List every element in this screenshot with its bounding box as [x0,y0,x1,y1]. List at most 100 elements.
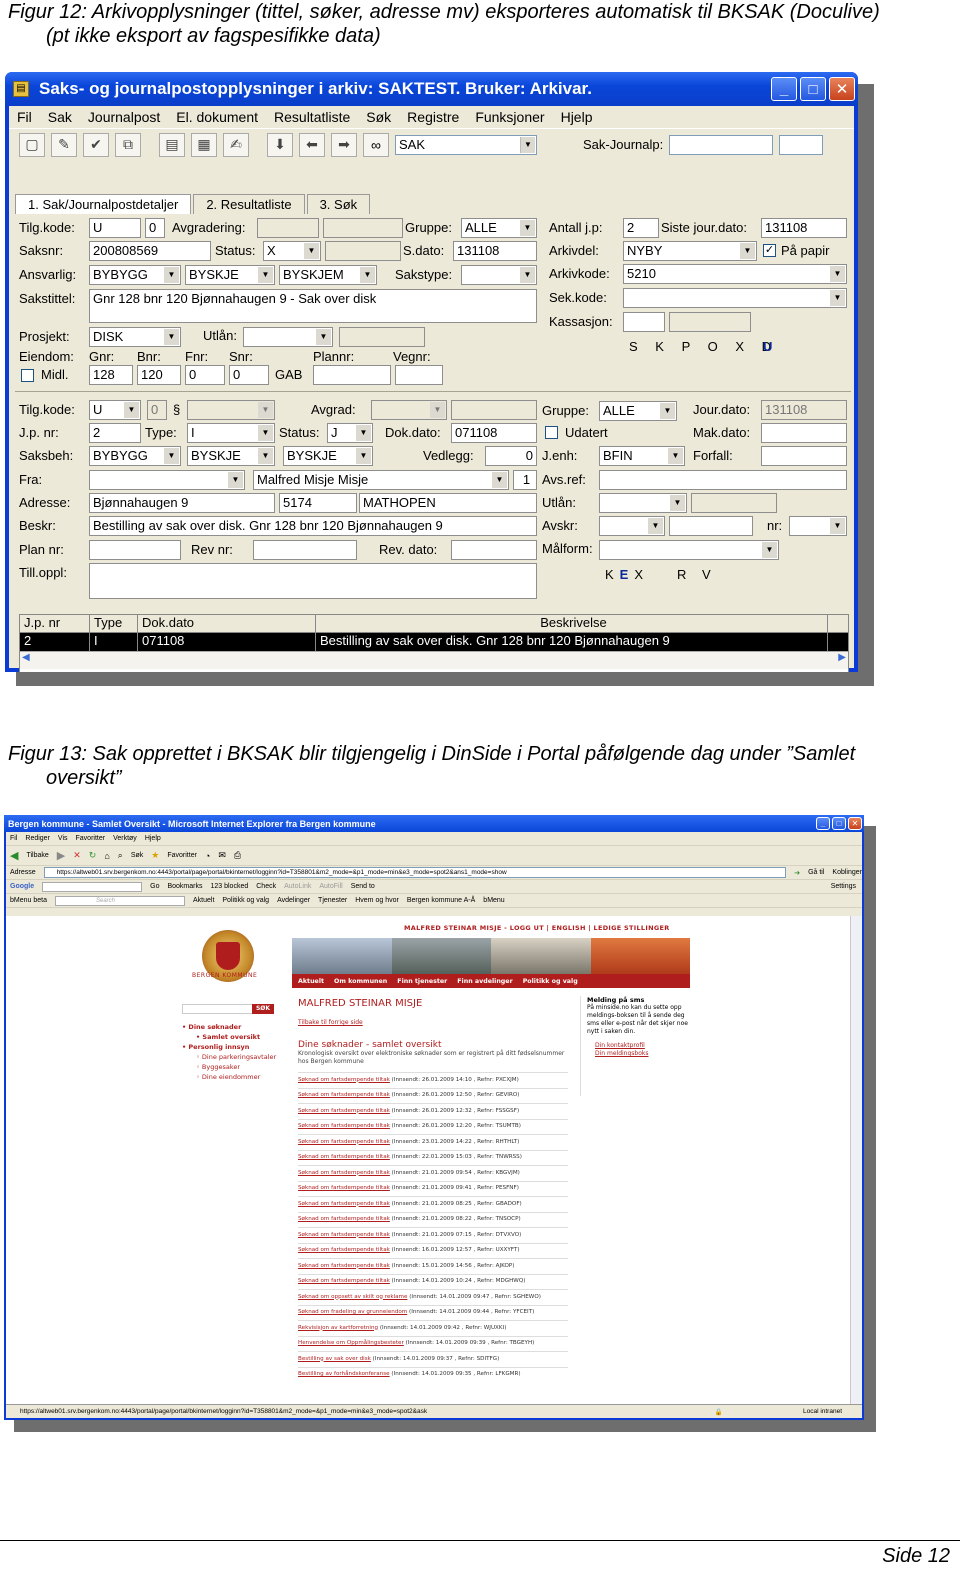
site-search-input[interactable] [182,1004,262,1014]
fnr-field[interactable]: 0 [185,365,225,385]
application-link[interactable]: Rekvisisjon av kartforretning [298,1325,378,1331]
application-link[interactable]: Søknad om fartsdempende tiltak [298,1278,390,1284]
grid-header-dokdato[interactable]: Dok.dato [138,615,316,632]
mail-icon[interactable]: ✉ [218,850,226,861]
prosjekt-select[interactable]: DISK ▼ [89,327,181,347]
menu-fil[interactable]: Fil [10,835,17,842]
sakstittel-field[interactable]: Gnr 128 bnr 120 Bjønnahaugen 9 - Sak ove… [89,289,537,323]
utlan-select[interactable]: ▼ [243,327,333,347]
saksbeh-select-3[interactable]: BYSKJE ▼ [283,446,373,466]
check-button[interactable]: Check [256,883,276,890]
bmenu-politikk[interactable]: Politikk og valg [222,897,269,904]
favorites-icon[interactable]: ★ [151,850,159,861]
sekkode-select[interactable]: ▼ [623,288,847,308]
application-link[interactable]: Bestilling av forhåndskonferanse [298,1371,390,1377]
close-button[interactable]: ✕ [829,77,855,101]
x-button[interactable]: X [634,567,649,582]
google-search-input[interactable] [42,881,143,892]
menu-fil[interactable]: Fil [17,109,32,125]
settings-button[interactable]: Settings [831,883,862,890]
history-icon[interactable]: ◔ [205,851,210,861]
menu-el-dokument[interactable]: El. dokument [176,109,258,125]
links-label[interactable]: Koblinger [832,869,862,876]
go-button[interactable]: Gå til [808,869,824,876]
bmenu-a-aa[interactable]: Bergen kommune A-Å [407,897,475,904]
poststed-field[interactable]: MATHOPEN [359,493,537,513]
application-link[interactable]: Søknad om oppsett av skilt og reklame [298,1294,407,1300]
menu-vis[interactable]: Vis [58,835,68,842]
k-button[interactable]: K [605,567,620,582]
gnr-field[interactable]: 128 [89,365,133,385]
nav-parkeringsavtaler[interactable]: ◦ Dine parkeringsavtaler [182,1052,276,1062]
fra-name-select[interactable]: Malfred Misje Misje ▼ [253,470,509,490]
close-button[interactable]: ✕ [848,817,862,830]
bnr-field[interactable]: 120 [137,365,181,385]
new-icon[interactable]: ▢ [19,132,45,157]
home-icon[interactable]: ⌂ [104,851,109,861]
refresh-icon[interactable]: ↻ [89,850,97,861]
bmenu-button[interactable]: bMenu [483,897,504,904]
grid-header-type[interactable]: Type [90,615,138,632]
revdato-field[interactable] [451,540,537,560]
revnr-field[interactable] [253,540,357,560]
makdato-field[interactable] [761,423,847,443]
stop-icon[interactable]: ✕ [73,850,81,861]
go-icon[interactable]: ➔ [794,869,800,877]
page-scrollbar[interactable] [850,916,862,1404]
search-icon[interactable]: ⌕ [118,850,123,861]
nav-dine-soknader[interactable]: • Dine søknader [182,1022,276,1032]
bmenu-tjenester[interactable]: Tjenester [318,897,347,904]
arrow-down-icon[interactable]: ⬇ [267,132,293,157]
snr-field[interactable]: 0 [229,365,269,385]
menu-favoritter[interactable]: Favoritter [76,835,106,842]
document-icon[interactable]: ▤ [159,132,185,157]
tab-resultatliste[interactable]: 2. Resultatliste [193,194,305,214]
nav-samlet-oversikt[interactable]: • Samlet oversikt [182,1032,276,1042]
application-link[interactable]: Søknad om fartsdempende tiltak [298,1232,390,1238]
avsref-field[interactable] [599,470,847,490]
application-link[interactable]: Søknad om fartsdempende tiltak [298,1263,390,1269]
grid-header-jpnr[interactable]: J.p. nr [20,615,90,632]
application-link[interactable]: Søknad om fartsdempende tiltak [298,1154,390,1160]
minimize-button[interactable]: _ [771,77,797,101]
adresse-field[interactable]: Bjønnahaugen 9 [89,493,275,513]
tab-sok[interactable]: 3. Søk [306,194,371,214]
application-link[interactable]: Søknad om fradeling av grunneiendom [298,1309,407,1315]
table-row[interactable]: 2 I 071108 Bestilling av sak over disk. … [20,633,848,651]
udatert-checkbox[interactable] [545,426,558,439]
bookmarks-button[interactable]: Bookmarks [167,883,202,890]
saksbeh-select-2[interactable]: BYSKJE ▼ [187,446,275,466]
sak-journalp-input[interactable] [669,134,774,155]
menu-sak[interactable]: Sak [48,109,72,125]
paa-papir-checkbox[interactable]: ✓ [763,244,776,257]
bmenu-search-input[interactable]: Search [54,895,185,906]
sdato-field[interactable]: 131108 [453,241,537,261]
gruppe-select[interactable]: ALLE ▼ [461,218,537,238]
search-button[interactable]: Søk [131,852,143,859]
form-icon[interactable]: ▦ [191,132,217,157]
grid-hscroll[interactable]: ◀ ▶ [20,651,848,669]
u-letter[interactable]: U [763,339,779,354]
nav-finn-avdelinger[interactable]: Finn avdelinger [457,978,512,985]
menu-sok[interactable]: Søk [366,109,391,125]
sak-journalp-input-2[interactable] [779,134,824,155]
menu-journalpost[interactable]: Journalpost [88,109,160,125]
edit-icon[interactable]: ✎ [51,132,77,157]
ansvarlig-select-3[interactable]: BYSKJEM ▼ [279,265,377,285]
arkivkode-select[interactable]: 5210 ▼ [623,264,847,284]
forward-icon[interactable]: ▶ [57,849,65,862]
fra-select[interactable]: ▼ [89,470,245,490]
application-link[interactable]: Bestilling av sak over disk [298,1356,371,1362]
nav-politikk[interactable]: Politikk og valg [523,978,578,985]
sendto-button[interactable]: Send to [351,883,375,890]
rv-buttons[interactable]: R V [677,566,717,584]
jp-gruppe-select[interactable]: ALLE ▼ [599,401,677,421]
application-link[interactable]: Søknad om fartsdempende tiltak [298,1201,390,1207]
minimize-button[interactable]: _ [816,817,830,830]
avskr-select[interactable]: ▼ [599,516,665,536]
menu-funksjoner[interactable]: Funksjoner [475,109,544,125]
google-go[interactable]: Go [150,883,159,890]
back-icon[interactable]: ◀ [10,849,18,862]
menu-hjelp[interactable]: Hjelp [561,109,593,125]
back-link[interactable]: Tilbake til forrige side [298,1019,568,1026]
